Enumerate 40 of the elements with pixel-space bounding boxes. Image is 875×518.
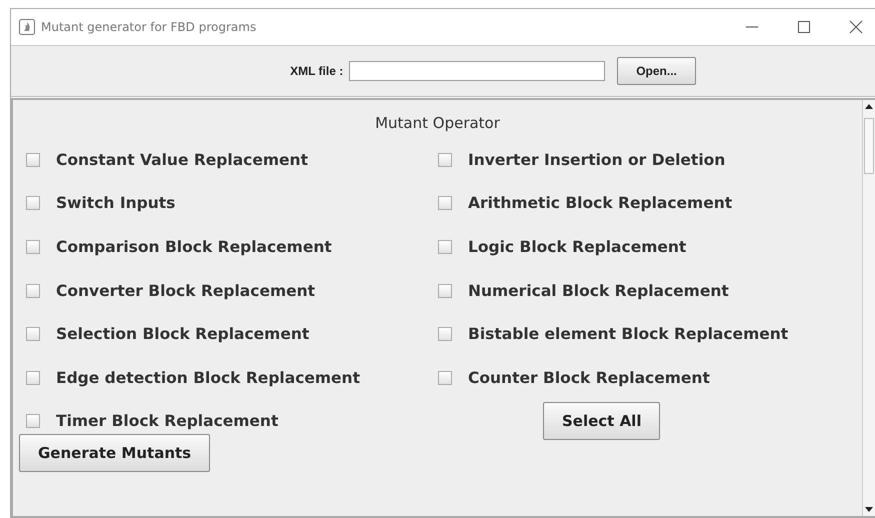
option-label: Logic Block Replacement (468, 238, 686, 256)
app-icon (19, 19, 35, 35)
maximize-icon[interactable] (797, 20, 811, 34)
scroll-thumb[interactable] (864, 118, 874, 174)
option-label: Selection Block Replacement (56, 325, 310, 344)
option-label: Numerical Block Replacement (468, 282, 729, 300)
checkbox[interactable] (438, 327, 452, 342)
checkbox[interactable] (438, 152, 452, 167)
panel-heading: Mutant Operator (374, 114, 501, 132)
option-label: Counter Block Replacement (468, 368, 710, 387)
scroll-up-icon[interactable] (864, 102, 874, 110)
checkbox[interactable] (26, 240, 40, 254)
xml-file-field[interactable] (349, 61, 606, 81)
checkbox[interactable] (26, 196, 40, 210)
option-label: Timer Block Replacement (56, 412, 278, 430)
window-title: Mutant generator for FBD programs (41, 20, 256, 34)
generate-mutants-button[interactable]: Generate Mutants (19, 434, 210, 472)
checkbox[interactable] (438, 240, 452, 254)
option-label: Edge detection Block Replacement (56, 368, 360, 387)
checkbox[interactable] (26, 284, 40, 298)
scrollbar[interactable] (862, 100, 875, 516)
checkbox[interactable] (26, 327, 40, 342)
option-label: Bistable element Block Replacement (468, 325, 788, 344)
checkbox[interactable] (26, 414, 40, 428)
close-icon[interactable] (849, 20, 863, 34)
select-all-button[interactable]: Select All (543, 402, 660, 440)
checkbox[interactable] (26, 152, 40, 167)
checkbox[interactable] (438, 196, 452, 210)
scroll-down-icon[interactable] (864, 506, 874, 514)
option-label: Converter Block Replacement (56, 282, 316, 300)
option-label: Comparison Block Replacement (56, 238, 332, 256)
option-label: Arithmetic Block Replacement (468, 194, 732, 212)
option-label: Switch Inputs (56, 194, 176, 212)
checkbox[interactable] (438, 370, 452, 385)
option-label: Inverter Insertion or Deletion (468, 150, 726, 169)
xml-file-label: XML file : (290, 64, 344, 78)
open-button[interactable]: Open... (617, 57, 696, 85)
checkbox[interactable] (438, 284, 452, 298)
checkbox[interactable] (26, 370, 40, 385)
option-label: Constant Value Replacement (56, 150, 308, 169)
